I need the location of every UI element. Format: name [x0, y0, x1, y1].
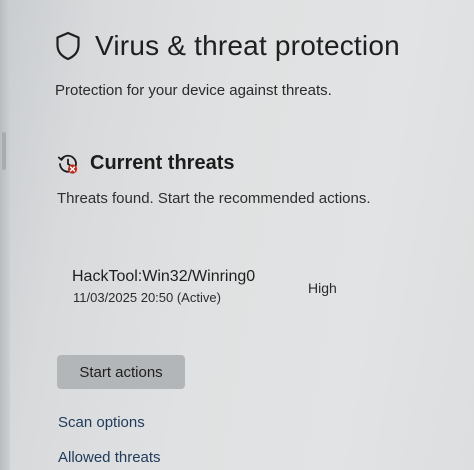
- current-threats-header: Current threats: [57, 152, 234, 175]
- threat-item[interactable]: HackTool:Win32/Winring0 11/03/2025 20:50…: [72, 268, 432, 312]
- page-subtitle: Protection for your device against threa…: [55, 82, 332, 99]
- scan-options-link[interactable]: Scan options: [58, 414, 145, 431]
- allowed-threats-link[interactable]: Allowed threats: [58, 449, 161, 466]
- shield-icon: [56, 31, 80, 61]
- threat-severity: High: [308, 280, 337, 296]
- threat-history-icon: [57, 154, 78, 174]
- threat-name: HackTool:Win32/Winring0: [72, 268, 256, 285]
- start-actions-button[interactable]: Start actions: [57, 355, 185, 389]
- current-threats-title: Current threats: [90, 152, 235, 174]
- threat-date: 11/03/2025 20:50 (Active): [73, 290, 221, 305]
- window-left-edge: [0, 0, 10, 470]
- page-title: Virus & threat protection: [95, 30, 400, 61]
- current-threats-description: Threats found. Start the recommended act…: [57, 190, 371, 207]
- page-header: Virus & threat protection: [55, 30, 400, 62]
- scrollbar-thumb[interactable]: [2, 132, 6, 170]
